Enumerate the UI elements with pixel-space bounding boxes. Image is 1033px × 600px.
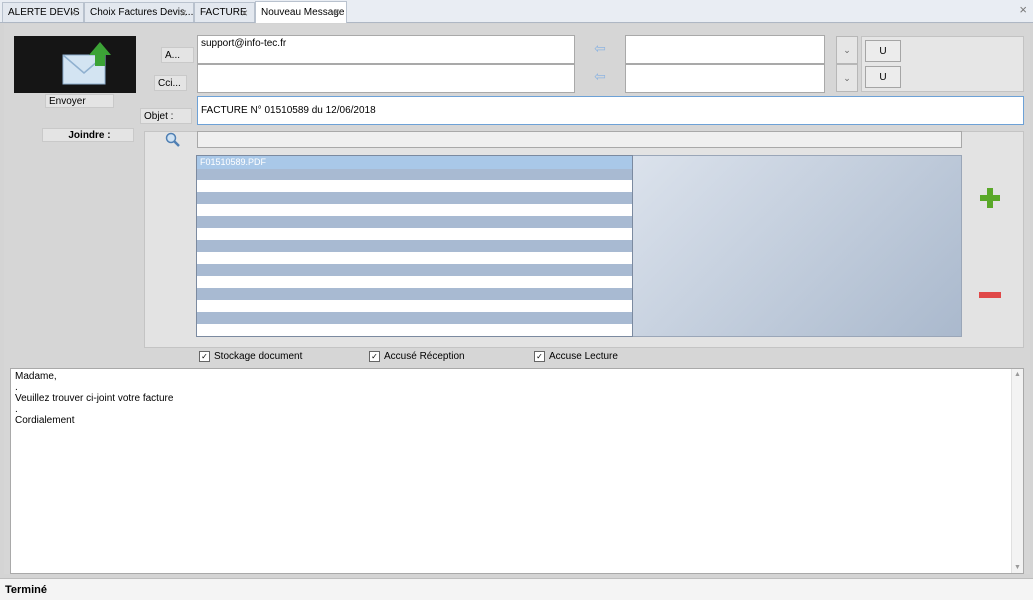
body-line: . [15, 404, 18, 415]
tab-facture[interactable]: FACTURE × [194, 2, 255, 22]
u-button[interactable]: U [865, 40, 901, 62]
accuse-reception-checkbox[interactable]: ✓ Accusé Réception [369, 351, 465, 362]
send-mail-icon [62, 42, 111, 85]
close-window-icon[interactable]: × [1019, 2, 1027, 17]
accuse-lecture-checkbox[interactable]: ✓ Accuse Lecture [534, 351, 618, 362]
remove-icon[interactable] [978, 290, 1002, 300]
cci-address-book[interactable] [625, 64, 825, 93]
chevron-down-icon[interactable]: ⌄ [836, 64, 858, 92]
list-item[interactable]: F01510589.PDF [197, 156, 632, 169]
vertical-scrollbar[interactable]: ▲ ▼ [1011, 369, 1023, 573]
arrow-left-icon[interactable]: ⇦ [590, 40, 610, 56]
checkbox-checked-icon: ✓ [534, 351, 545, 362]
chevron-down-icon[interactable]: ⌄ [836, 36, 858, 64]
subject-label: Objet : [140, 108, 192, 124]
attachment-path-field[interactable] [197, 131, 962, 148]
body-line: Madame, [15, 371, 57, 382]
close-icon[interactable]: × [70, 6, 77, 20]
tab-bar: ALERTE DEVIS × Choix Factures Devis... ×… [0, 0, 1033, 23]
checkbox-label: Stockage document [214, 351, 303, 362]
scroll-up-icon[interactable]: ▲ [1012, 369, 1023, 380]
send-label: Envoyer [45, 94, 114, 108]
body-line: . [15, 382, 18, 393]
body-line: Cordialement [15, 415, 75, 426]
subject-field[interactable]: FACTURE N° 01510589 du 12/06/2018 [197, 96, 1024, 125]
tab-label: ALERTE DEVIS [8, 7, 80, 18]
tab-label: Nouveau Message [261, 7, 345, 18]
u-button[interactable]: U [865, 66, 901, 88]
arrow-left-icon[interactable]: ⇦ [590, 68, 610, 84]
checkbox-checked-icon: ✓ [369, 351, 380, 362]
status-bar: Terminé [0, 578, 1033, 600]
close-icon[interactable]: × [333, 5, 340, 19]
close-icon[interactable]: × [241, 6, 248, 20]
to-button[interactable]: A... [161, 47, 194, 63]
checkbox-checked-icon: ✓ [199, 351, 210, 362]
attachment-list[interactable]: F01510589.PDF [196, 155, 633, 337]
checkbox-label: Accuse Lecture [549, 351, 618, 362]
message-body[interactable]: Madame, . Veuillez trouver ci-joint votr… [10, 368, 1024, 574]
scroll-down-icon[interactable]: ▼ [1012, 562, 1023, 573]
search-icon[interactable] [164, 131, 182, 149]
cci-field[interactable] [197, 64, 575, 93]
send-button[interactable] [14, 36, 136, 93]
tab-nouveau-message[interactable]: Nouveau Message × [255, 1, 347, 23]
stockage-checkbox[interactable]: ✓ Stockage document [199, 351, 302, 362]
to-field[interactable]: support@info-tec.fr [197, 35, 575, 64]
cci-button[interactable]: Cci... [154, 75, 187, 91]
tab-label: Choix Factures Devis... [90, 7, 194, 18]
checkbox-label: Accusé Réception [384, 351, 465, 362]
add-icon[interactable] [978, 186, 1002, 210]
tab-alerte-devis[interactable]: ALERTE DEVIS × [2, 2, 84, 22]
tab-choix-factures[interactable]: Choix Factures Devis... × [84, 2, 194, 22]
tab-label: FACTURE [200, 7, 247, 18]
attach-label: Joindre : [42, 128, 134, 142]
body-line: Veuillez trouver ci-joint votre facture [15, 393, 174, 404]
close-icon[interactable]: × [180, 6, 187, 20]
attachment-preview [633, 155, 962, 337]
to-address-book[interactable] [625, 35, 825, 64]
